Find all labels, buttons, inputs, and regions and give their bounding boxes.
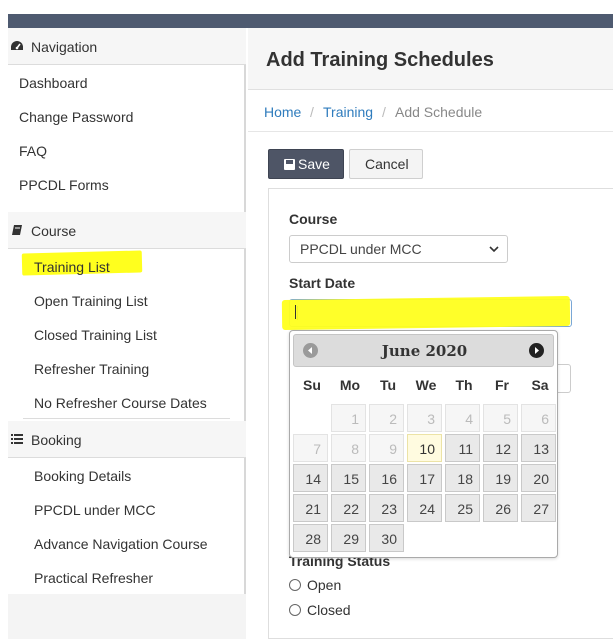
text-cursor [295,305,296,319]
sidebar-item-faq[interactable]: FAQ [19,143,47,159]
calendar-day: 9 [369,434,404,462]
sidebar-item-training-list[interactable]: Training List [34,259,110,275]
calendar-day[interactable]: 25 [445,494,480,522]
breadcrumb-current: Add Schedule [395,104,483,120]
calendar-day[interactable]: 14 [293,464,328,492]
sidebar-footer [8,594,246,639]
weekday-header: We [415,377,437,393]
breadcrumb-training[interactable]: Training [323,104,373,120]
calendar-day: 1 [331,404,366,432]
sidebar-section-label: Navigation [31,39,98,55]
calendar-day: 7 [293,434,328,462]
calendar-day[interactable]: 15 [331,464,366,492]
datepicker-title: June 2020 [381,342,468,360]
sidebar: Navigation Dashboard Change Password FAQ… [8,28,246,639]
sidebar-item-practical-refresher[interactable]: Practical Refresher [34,570,153,586]
sidebar-item-ppcdl-forms[interactable]: PPCDL Forms [19,177,109,193]
sidebar-item-ppcdl-under-mcc[interactable]: PPCDL under MCC [34,502,156,518]
calendar-day: 8 [331,434,366,462]
calendar-day[interactable]: 13 [521,434,556,462]
page-header: Add Training Schedules [248,28,613,90]
sidebar-section-course[interactable]: Course [8,212,246,249]
calendar-day[interactable]: 23 [369,494,404,522]
save-button[interactable]: Save [268,149,344,179]
list-icon [11,434,23,444]
calendar-day[interactable]: 29 [331,524,366,552]
calendar-day: 6 [521,404,556,432]
calendar-day[interactable]: 27 [521,494,556,522]
calendar-day[interactable]: 28 [293,524,328,552]
calendar-day[interactable]: 24 [407,494,442,522]
calendar-day: 5 [483,404,518,432]
sidebar-item-refresher-training[interactable]: Refresher Training [34,361,149,377]
sidebar-item-booking-details[interactable]: Booking Details [34,468,131,484]
status-closed-radio[interactable] [289,604,301,616]
calendar-day[interactable]: 10 [407,434,442,462]
sidebar-item-change-password[interactable]: Change Password [19,109,133,125]
dashboard-icon [11,41,23,50]
calendar-day[interactable]: 17 [407,464,442,492]
status-open-radio[interactable] [289,579,301,591]
chevron-down-icon [489,246,499,253]
sidebar-item-closed-training-list[interactable]: Closed Training List [34,327,157,343]
sidebar-item-dashboard[interactable]: Dashboard [19,75,88,91]
weekday-header: Tu [379,377,397,393]
weekday-header: Mo [339,377,361,393]
book-icon [12,225,22,235]
sidebar-item-no-refresher-course-dates[interactable]: No Refresher Course Dates [34,395,207,411]
course-select[interactable]: PPCDL under MCC [289,235,508,263]
save-icon [284,159,295,170]
weekday-header: Th [455,377,473,393]
breadcrumb: Home / Training / Add Schedule [248,90,613,132]
sidebar-section-booking[interactable]: Booking [8,421,246,458]
weekday-header: Sa [531,377,549,393]
breadcrumb-separator: / [382,104,386,120]
cancel-button-label: Cancel [365,156,409,172]
page-title: Add Training Schedules [266,49,494,71]
calendar-day[interactable]: 20 [521,464,556,492]
calendar-day[interactable]: 26 [483,494,518,522]
cancel-button[interactable]: Cancel [349,149,423,179]
calendar-day[interactable]: 11 [445,434,480,462]
left-edge [0,28,8,639]
datepicker: June 2020 Su Mo Tu We Th Fr Sa 1 2 3 4 5 6 7 8 9 10 11 12 1… [289,330,558,558]
calendar-day[interactable]: 21 [293,494,328,522]
next-arrow-icon [535,347,539,354]
status-open-label: Open [307,577,342,593]
datepicker-header: June 2020 [293,334,554,367]
breadcrumb-home[interactable]: Home [264,104,301,120]
next-month-button[interactable] [529,343,544,358]
calendar-day[interactable]: 12 [483,434,518,462]
calendar-day: 3 [407,404,442,432]
start-date-label: Start Date [289,275,356,291]
calendar-day[interactable]: 16 [369,464,404,492]
sidebar-item-open-training-list[interactable]: Open Training List [34,293,148,309]
course-select-value: PPCDL under MCC [300,241,422,257]
highlighter-mark [281,295,571,331]
sidebar-item-advance-navigation-course[interactable]: Advance Navigation Course [34,536,208,552]
top-bar-strip [8,14,613,28]
calendar-day: 4 [445,404,480,432]
calendar-day[interactable]: 18 [445,464,480,492]
calendar-day[interactable]: 30 [369,524,404,552]
top-bar [0,0,613,28]
calendar-day: 2 [369,404,404,432]
status-closed-label: Closed [307,602,351,618]
divider [23,418,230,419]
course-label: Course [289,211,338,227]
weekday-header: Su [303,377,321,393]
sidebar-section-label: Booking [31,432,82,448]
sidebar-section-navigation[interactable]: Navigation [8,28,246,65]
sidebar-section-label: Course [31,223,77,239]
calendar-day[interactable]: 19 [483,464,518,492]
save-button-label: Save [298,156,330,172]
calendar-day[interactable]: 22 [331,494,366,522]
breadcrumb-separator: / [310,104,314,120]
weekday-header: Fr [495,377,509,393]
